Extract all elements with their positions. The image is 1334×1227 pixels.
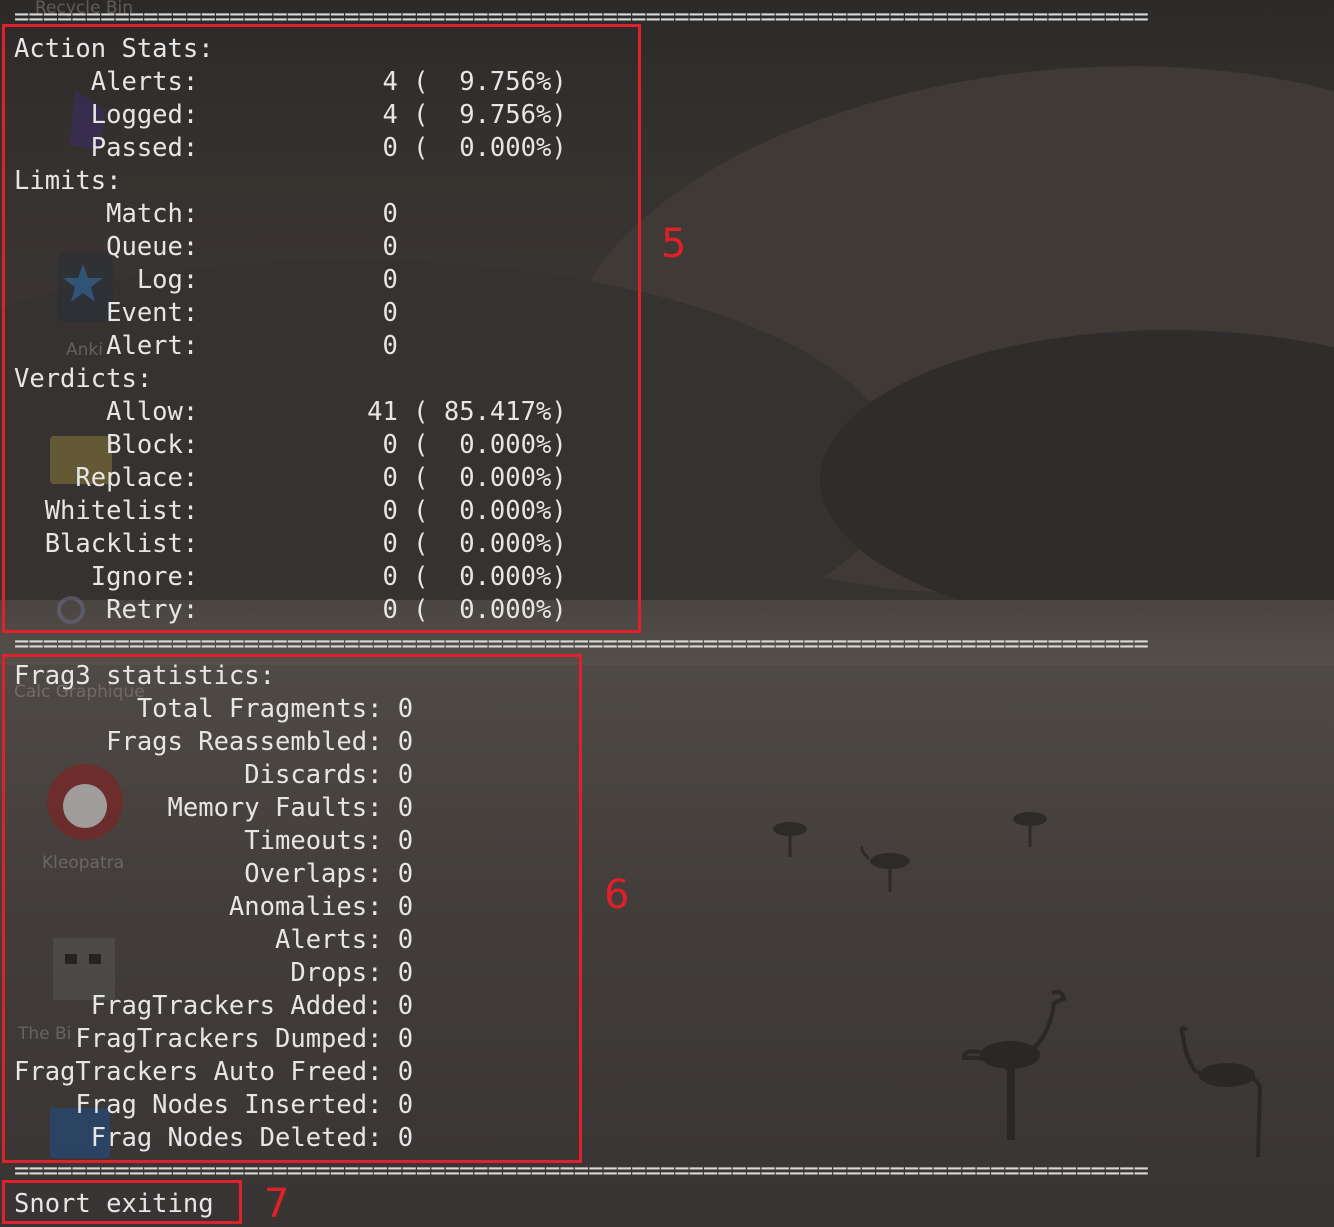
annotation-label-6: 6	[604, 872, 630, 918]
annotation-box-7	[2, 1180, 242, 1224]
annotation-label-5: 5	[661, 221, 687, 267]
annotation-label-7: 7	[264, 1181, 290, 1227]
separator-line: ========================================…	[14, 635, 1148, 653]
annotation-box-6	[2, 654, 582, 1163]
annotation-box-5	[2, 24, 641, 633]
separator-line: ========================================…	[14, 1162, 1148, 1180]
